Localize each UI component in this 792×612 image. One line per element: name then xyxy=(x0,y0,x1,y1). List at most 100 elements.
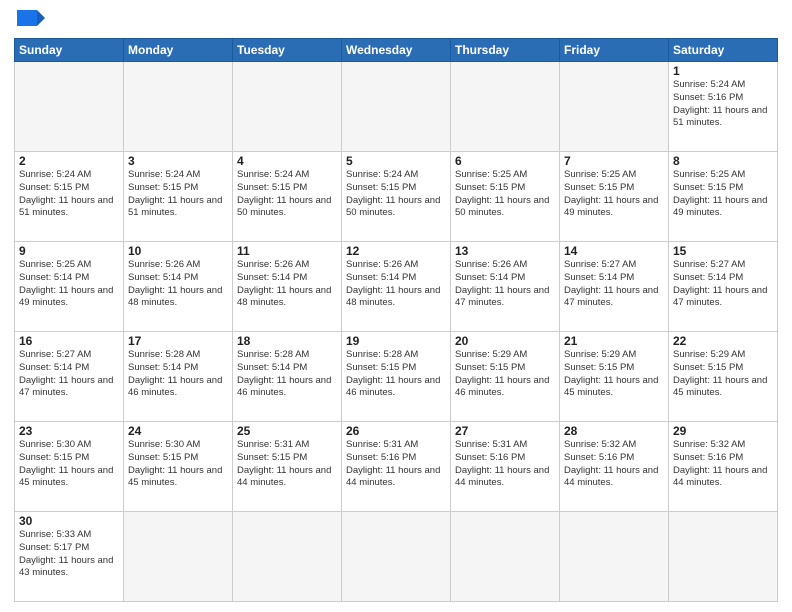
calendar-cell xyxy=(342,512,451,602)
day-number: 14 xyxy=(564,244,664,258)
cell-info: Sunrise: 5:33 AM Sunset: 5:17 PM Dayligh… xyxy=(19,529,119,580)
day-number: 20 xyxy=(455,334,555,348)
calendar-cell: 3Sunrise: 5:24 AM Sunset: 5:15 PM Daylig… xyxy=(124,152,233,242)
day-number: 7 xyxy=(564,154,664,168)
day-number: 15 xyxy=(673,244,773,258)
cell-info: Sunrise: 5:25 AM Sunset: 5:15 PM Dayligh… xyxy=(455,169,555,220)
calendar-cell: 20Sunrise: 5:29 AM Sunset: 5:15 PM Dayli… xyxy=(451,332,560,422)
calendar-cell: 1Sunrise: 5:24 AM Sunset: 5:16 PM Daylig… xyxy=(669,62,778,152)
day-number: 11 xyxy=(237,244,337,258)
calendar-cell xyxy=(669,512,778,602)
day-header-sunday: Sunday xyxy=(15,39,124,62)
cell-info: Sunrise: 5:28 AM Sunset: 5:15 PM Dayligh… xyxy=(346,349,446,400)
calendar-cell xyxy=(233,62,342,152)
calendar-cell: 19Sunrise: 5:28 AM Sunset: 5:15 PM Dayli… xyxy=(342,332,451,422)
logo xyxy=(14,10,45,32)
calendar-week-3: 16Sunrise: 5:27 AM Sunset: 5:14 PM Dayli… xyxy=(15,332,778,422)
cell-info: Sunrise: 5:26 AM Sunset: 5:14 PM Dayligh… xyxy=(346,259,446,310)
day-number: 28 xyxy=(564,424,664,438)
day-number: 21 xyxy=(564,334,664,348)
day-number: 17 xyxy=(128,334,228,348)
cell-info: Sunrise: 5:31 AM Sunset: 5:15 PM Dayligh… xyxy=(237,439,337,490)
cell-info: Sunrise: 5:27 AM Sunset: 5:14 PM Dayligh… xyxy=(673,259,773,310)
calendar-cell xyxy=(233,512,342,602)
day-number: 12 xyxy=(346,244,446,258)
calendar-cell xyxy=(342,62,451,152)
cell-info: Sunrise: 5:27 AM Sunset: 5:14 PM Dayligh… xyxy=(19,349,119,400)
cell-info: Sunrise: 5:28 AM Sunset: 5:14 PM Dayligh… xyxy=(237,349,337,400)
cell-info: Sunrise: 5:25 AM Sunset: 5:14 PM Dayligh… xyxy=(19,259,119,310)
cell-info: Sunrise: 5:24 AM Sunset: 5:15 PM Dayligh… xyxy=(128,169,228,220)
calendar-cell: 29Sunrise: 5:32 AM Sunset: 5:16 PM Dayli… xyxy=(669,422,778,512)
calendar-cell: 15Sunrise: 5:27 AM Sunset: 5:14 PM Dayli… xyxy=(669,242,778,332)
calendar-cell: 18Sunrise: 5:28 AM Sunset: 5:14 PM Dayli… xyxy=(233,332,342,422)
calendar-cell: 28Sunrise: 5:32 AM Sunset: 5:16 PM Dayli… xyxy=(560,422,669,512)
day-number: 6 xyxy=(455,154,555,168)
cell-info: Sunrise: 5:28 AM Sunset: 5:14 PM Dayligh… xyxy=(128,349,228,400)
calendar-cell xyxy=(15,62,124,152)
page: SundayMondayTuesdayWednesdayThursdayFrid… xyxy=(0,0,792,612)
cell-info: Sunrise: 5:25 AM Sunset: 5:15 PM Dayligh… xyxy=(673,169,773,220)
calendar-cell: 4Sunrise: 5:24 AM Sunset: 5:15 PM Daylig… xyxy=(233,152,342,242)
day-number: 25 xyxy=(237,424,337,438)
day-number: 26 xyxy=(346,424,446,438)
calendar-cell: 30Sunrise: 5:33 AM Sunset: 5:17 PM Dayli… xyxy=(15,512,124,602)
cell-info: Sunrise: 5:29 AM Sunset: 5:15 PM Dayligh… xyxy=(564,349,664,400)
day-number: 4 xyxy=(237,154,337,168)
cell-info: Sunrise: 5:30 AM Sunset: 5:15 PM Dayligh… xyxy=(19,439,119,490)
generalblue-icon xyxy=(17,10,45,32)
calendar-header-row: SundayMondayTuesdayWednesdayThursdayFrid… xyxy=(15,39,778,62)
calendar-cell xyxy=(124,62,233,152)
day-number: 8 xyxy=(673,154,773,168)
cell-info: Sunrise: 5:32 AM Sunset: 5:16 PM Dayligh… xyxy=(673,439,773,490)
calendar-cell: 5Sunrise: 5:24 AM Sunset: 5:15 PM Daylig… xyxy=(342,152,451,242)
logo-area xyxy=(14,10,45,32)
calendar-cell: 17Sunrise: 5:28 AM Sunset: 5:14 PM Dayli… xyxy=(124,332,233,422)
cell-info: Sunrise: 5:31 AM Sunset: 5:16 PM Dayligh… xyxy=(346,439,446,490)
cell-info: Sunrise: 5:31 AM Sunset: 5:16 PM Dayligh… xyxy=(455,439,555,490)
header xyxy=(14,10,778,32)
day-number: 5 xyxy=(346,154,446,168)
day-number: 30 xyxy=(19,514,119,528)
calendar-cell: 21Sunrise: 5:29 AM Sunset: 5:15 PM Dayli… xyxy=(560,332,669,422)
calendar-cell: 14Sunrise: 5:27 AM Sunset: 5:14 PM Dayli… xyxy=(560,242,669,332)
calendar-cell: 8Sunrise: 5:25 AM Sunset: 5:15 PM Daylig… xyxy=(669,152,778,242)
cell-info: Sunrise: 5:29 AM Sunset: 5:15 PM Dayligh… xyxy=(455,349,555,400)
calendar-cell: 2Sunrise: 5:24 AM Sunset: 5:15 PM Daylig… xyxy=(15,152,124,242)
day-header-monday: Monday xyxy=(124,39,233,62)
cell-info: Sunrise: 5:27 AM Sunset: 5:14 PM Dayligh… xyxy=(564,259,664,310)
calendar-cell xyxy=(560,512,669,602)
cell-info: Sunrise: 5:24 AM Sunset: 5:16 PM Dayligh… xyxy=(673,79,773,130)
cell-info: Sunrise: 5:26 AM Sunset: 5:14 PM Dayligh… xyxy=(237,259,337,310)
calendar-cell: 24Sunrise: 5:30 AM Sunset: 5:15 PM Dayli… xyxy=(124,422,233,512)
day-number: 16 xyxy=(19,334,119,348)
calendar-cell: 22Sunrise: 5:29 AM Sunset: 5:15 PM Dayli… xyxy=(669,332,778,422)
calendar-cell: 23Sunrise: 5:30 AM Sunset: 5:15 PM Dayli… xyxy=(15,422,124,512)
day-number: 3 xyxy=(128,154,228,168)
calendar-cell: 11Sunrise: 5:26 AM Sunset: 5:14 PM Dayli… xyxy=(233,242,342,332)
calendar-cell: 6Sunrise: 5:25 AM Sunset: 5:15 PM Daylig… xyxy=(451,152,560,242)
day-number: 9 xyxy=(19,244,119,258)
cell-info: Sunrise: 5:26 AM Sunset: 5:14 PM Dayligh… xyxy=(128,259,228,310)
day-header-thursday: Thursday xyxy=(451,39,560,62)
day-header-saturday: Saturday xyxy=(669,39,778,62)
day-number: 10 xyxy=(128,244,228,258)
calendar-week-1: 2Sunrise: 5:24 AM Sunset: 5:15 PM Daylig… xyxy=(15,152,778,242)
day-number: 1 xyxy=(673,64,773,78)
day-number: 23 xyxy=(19,424,119,438)
calendar-cell: 25Sunrise: 5:31 AM Sunset: 5:15 PM Dayli… xyxy=(233,422,342,512)
cell-info: Sunrise: 5:24 AM Sunset: 5:15 PM Dayligh… xyxy=(346,169,446,220)
day-number: 29 xyxy=(673,424,773,438)
day-number: 18 xyxy=(237,334,337,348)
day-header-friday: Friday xyxy=(560,39,669,62)
calendar-cell: 9Sunrise: 5:25 AM Sunset: 5:14 PM Daylig… xyxy=(15,242,124,332)
calendar-cell: 27Sunrise: 5:31 AM Sunset: 5:16 PM Dayli… xyxy=(451,422,560,512)
day-number: 2 xyxy=(19,154,119,168)
day-number: 19 xyxy=(346,334,446,348)
cell-info: Sunrise: 5:24 AM Sunset: 5:15 PM Dayligh… xyxy=(19,169,119,220)
calendar-week-2: 9Sunrise: 5:25 AM Sunset: 5:14 PM Daylig… xyxy=(15,242,778,332)
cell-info: Sunrise: 5:32 AM Sunset: 5:16 PM Dayligh… xyxy=(564,439,664,490)
calendar-week-0: 1Sunrise: 5:24 AM Sunset: 5:16 PM Daylig… xyxy=(15,62,778,152)
cell-info: Sunrise: 5:30 AM Sunset: 5:15 PM Dayligh… xyxy=(128,439,228,490)
calendar-week-5: 30Sunrise: 5:33 AM Sunset: 5:17 PM Dayli… xyxy=(15,512,778,602)
